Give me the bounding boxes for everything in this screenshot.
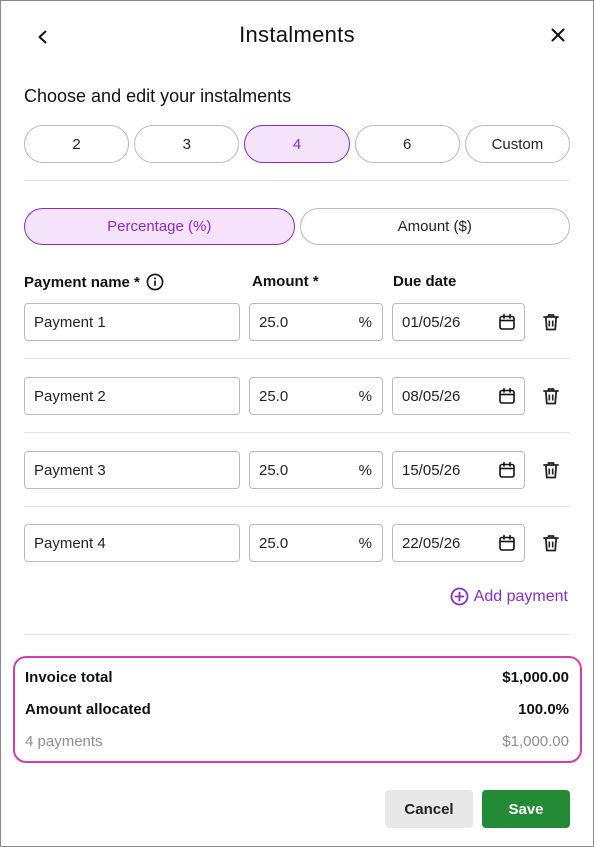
payment-summary: Invoice total $1,000.00 Amount allocated…	[13, 656, 582, 763]
payment-due-date-field[interactable]: 01/05/26	[392, 303, 525, 341]
dialog-title: Instalments	[239, 22, 355, 47]
instalment-count-selector: 2 3 4 6 Custom	[24, 125, 571, 163]
cancel-button[interactable]: Cancel	[385, 790, 473, 828]
percent-unit: %	[358, 462, 372, 479]
invoice-total-label: Invoice total	[25, 669, 113, 686]
add-payment-button[interactable]: Add payment	[450, 587, 568, 606]
info-icon[interactable]	[146, 273, 164, 291]
payment-name-field[interactable]: Payment 4	[24, 524, 240, 562]
instalment-option-4[interactable]: 4	[244, 125, 350, 163]
plus-circle-icon	[450, 587, 469, 606]
payment-amount-field[interactable]: 25.0 %	[249, 524, 383, 562]
amount-allocated-row: Amount allocated 100.0%	[25, 701, 569, 718]
add-payment-label: Add payment	[473, 587, 568, 605]
trash-icon[interactable]	[541, 312, 561, 332]
percent-unit: %	[358, 314, 372, 331]
trash-icon[interactable]	[541, 460, 561, 480]
percent-unit: %	[358, 535, 372, 552]
payment-amount-value: 25.0	[259, 387, 289, 405]
payment-amount-field[interactable]: 25.0 %	[249, 377, 383, 415]
payments-count-value: $1,000.00	[502, 733, 569, 750]
amount-allocated-label: Amount allocated	[25, 701, 151, 718]
payments-count-label: 4 payments	[25, 733, 103, 750]
calendar-icon[interactable]	[498, 534, 516, 552]
instalments-subtitle: Choose and edit your instalments	[24, 86, 292, 106]
column-header-due-date: Due date	[393, 273, 457, 290]
mode-amount-button[interactable]: Amount ($)	[299, 208, 570, 245]
instalment-option-6[interactable]: 6	[354, 125, 460, 163]
invoice-total-row: Invoice total $1,000.00	[25, 669, 569, 686]
calendar-icon[interactable]	[498, 387, 516, 405]
invoice-total-value: $1,000.00	[502, 669, 569, 686]
section-divider	[24, 634, 570, 635]
payment-row: Payment 2 25.0 % 08/05/26	[24, 377, 570, 415]
amount-mode-toggle: Percentage (%) Amount ($)	[24, 208, 570, 245]
calendar-icon[interactable]	[498, 313, 516, 331]
payment-amount-value: 25.0	[259, 461, 289, 479]
calendar-icon[interactable]	[498, 461, 516, 479]
column-header-payment-name: Payment name *	[24, 273, 164, 291]
row-divider	[24, 432, 570, 433]
percent-unit: %	[358, 388, 372, 405]
payment-name-field[interactable]: Payment 3	[24, 451, 240, 489]
payment-due-date-value: 22/05/26	[402, 534, 461, 552]
instalment-option-2[interactable]: 2	[24, 125, 130, 163]
payment-due-date-value: 15/05/26	[402, 461, 461, 479]
payment-amount-value: 25.0	[259, 534, 289, 552]
payment-row: Payment 1 25.0 % 01/05/26	[24, 303, 570, 341]
column-header-amount: Amount *	[252, 273, 319, 290]
instalment-option-3[interactable]: 3	[134, 125, 240, 163]
trash-icon[interactable]	[541, 386, 561, 406]
instalment-option-custom[interactable]: Custom	[464, 125, 571, 163]
instalments-dialog: Instalments Choose and edit your instalm…	[0, 0, 594, 847]
payment-due-date-field[interactable]: 22/05/26	[392, 524, 525, 562]
section-divider	[24, 180, 570, 181]
close-button[interactable]	[544, 21, 572, 49]
dialog-header: Instalments	[1, 1, 593, 71]
payment-due-date-value: 08/05/26	[402, 387, 461, 405]
payment-due-date-field[interactable]: 08/05/26	[392, 377, 525, 415]
payment-name-field[interactable]: Payment 2	[24, 377, 240, 415]
close-icon	[551, 28, 565, 42]
payment-name-field[interactable]: Payment 1	[24, 303, 240, 341]
trash-icon[interactable]	[541, 533, 561, 553]
row-divider	[24, 506, 570, 507]
payment-amount-field[interactable]: 25.0 %	[249, 303, 383, 341]
payment-row: Payment 4 25.0 % 22/05/26	[24, 524, 570, 562]
mode-percentage-button[interactable]: Percentage (%)	[24, 208, 295, 245]
payment-amount-value: 25.0	[259, 313, 289, 331]
column-label-payment-name: Payment name *	[24, 273, 140, 291]
payments-count-row: 4 payments $1,000.00	[25, 733, 569, 750]
payment-due-date-value: 01/05/26	[402, 313, 461, 331]
payment-due-date-field[interactable]: 15/05/26	[392, 451, 525, 489]
row-divider	[24, 358, 570, 359]
payment-row: Payment 3 25.0 % 15/05/26	[24, 451, 570, 489]
amount-allocated-value: 100.0%	[518, 701, 569, 718]
payment-amount-field[interactable]: 25.0 %	[249, 451, 383, 489]
save-button[interactable]: Save	[482, 790, 570, 828]
